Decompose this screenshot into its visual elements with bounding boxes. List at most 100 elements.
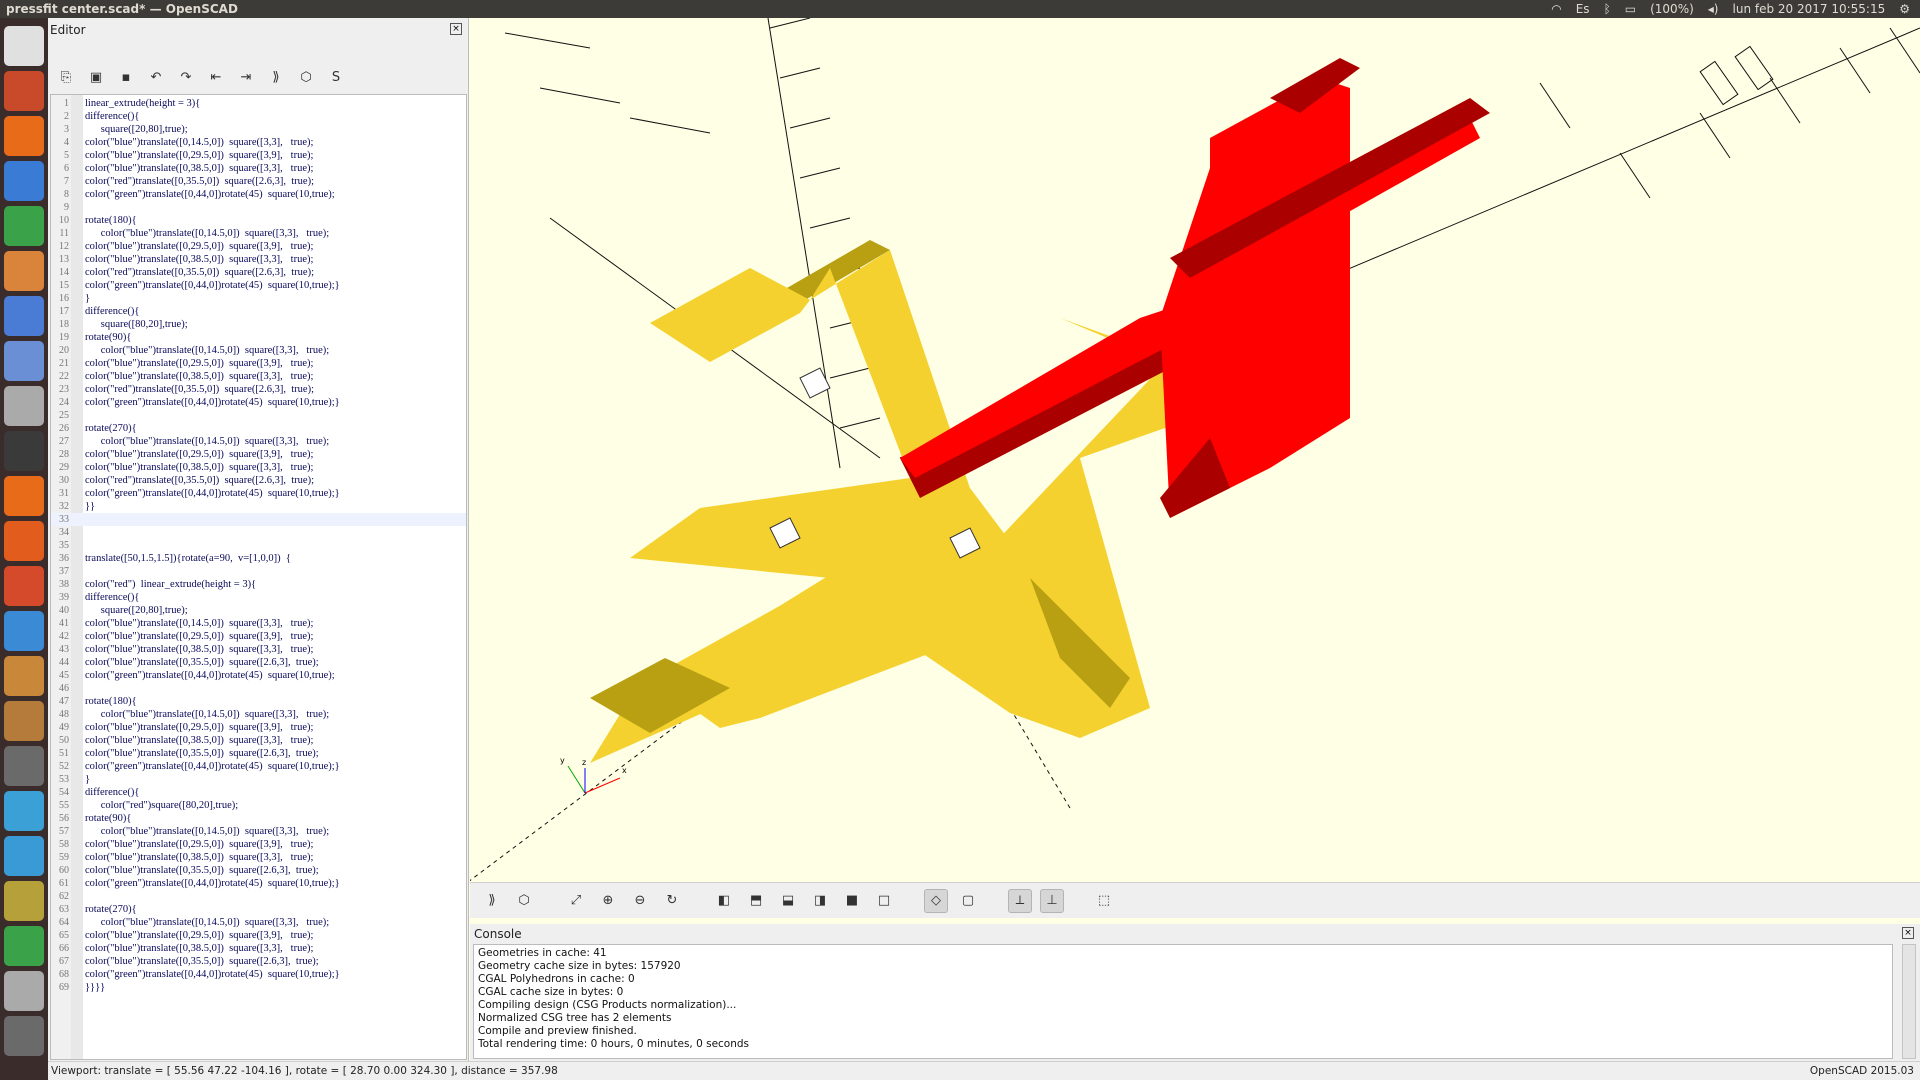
code-line[interactable]: 20 color("blue")translate([0,14.5,0]) sq… (51, 344, 466, 357)
code-text[interactable]: color("blue")translate([0,38.5,0]) squar… (85, 461, 313, 474)
code-line[interactable]: 26 rotate(270){ (51, 422, 466, 435)
code-line[interactable]: 49 color("blue")translate([0,29.5,0]) squ… (51, 721, 466, 734)
preview-icon[interactable]: ⟫ (264, 66, 288, 88)
launcher-app-icon[interactable] (4, 341, 44, 381)
code-line[interactable]: 43 color("blue")translate([0,38.5,0]) squ… (51, 643, 466, 656)
code-text[interactable]: color("red")translate([0,35.5,0]) square… (85, 175, 314, 188)
render-icon[interactable]: ⬡ (512, 889, 536, 913)
launcher-app-icon[interactable] (4, 881, 44, 921)
code-line[interactable]: 62 (51, 890, 466, 903)
code-line[interactable]: 61 color("green")translate([0,44,0])rotat… (51, 877, 466, 890)
code-text[interactable]: difference(){ (85, 786, 139, 799)
code-line[interactable]: 22 color("blue")translate([0,38.5,0]) squ… (51, 370, 466, 383)
code-line[interactable]: 46 (51, 682, 466, 695)
render-icon[interactable]: ⬡ (294, 66, 318, 88)
launcher-app-icon[interactable] (4, 386, 44, 426)
code-line[interactable]: 11 color("blue")translate([0,14.5,0]) sq… (51, 227, 466, 240)
launcher-app-icon[interactable] (4, 206, 44, 246)
code-line[interactable]: 30 color("red")translate([0,35.5,0]) squa… (51, 474, 466, 487)
view-top-icon[interactable]: ⬒ (744, 889, 768, 913)
code-line[interactable]: 1 linear_extrude(height = 3){ (51, 97, 466, 110)
code-text[interactable]: color("blue")translate([0,38.5,0]) squar… (85, 253, 313, 266)
launcher-app-icon[interactable] (4, 791, 44, 831)
code-line[interactable]: 10 rotate(180){ (51, 214, 466, 227)
code-line[interactable]: 42 color("blue")translate([0,29.5,0]) squ… (51, 630, 466, 643)
code-line[interactable]: 28 color("blue")translate([0,29.5,0]) squ… (51, 448, 466, 461)
console-output[interactable]: Geometries in cache: 41 Geometry cache si… (473, 944, 1893, 1059)
code-text[interactable]: color("blue")translate([0,35.5,0]) squar… (85, 864, 319, 877)
code-line[interactable]: 59 color("blue")translate([0,38.5,0]) squ… (51, 851, 466, 864)
code-text[interactable]: rotate(270){ (85, 422, 137, 435)
code-text[interactable]: } (85, 773, 90, 786)
code-text[interactable]: color("blue")translate([0,38.5,0]) squar… (85, 851, 313, 864)
launcher-app-icon[interactable] (4, 71, 44, 111)
code-text[interactable]: color("blue")translate([0,38.5,0]) squar… (85, 734, 313, 747)
code-line[interactable]: 35 (51, 539, 466, 552)
model-render[interactable]: x y z (470, 18, 1920, 882)
launcher-app-icon[interactable] (4, 116, 44, 156)
close-console-icon[interactable]: × (1902, 927, 1914, 939)
show-edges-icon[interactable]: ⬚ (1092, 889, 1116, 913)
code-line[interactable]: 40 square([20,80],true); (51, 604, 466, 617)
code-line[interactable]: 66 color("blue")translate([0,38.5,0]) squ… (51, 942, 466, 955)
code-text[interactable]: difference(){ (85, 305, 139, 318)
3d-viewport[interactable]: x y z (470, 18, 1920, 882)
close-editor-icon[interactable]: × (450, 23, 462, 35)
code-line[interactable]: 3 square([20,80],true); (51, 123, 466, 136)
launcher-app-icon[interactable] (4, 251, 44, 291)
view-back-icon[interactable]: □ (872, 889, 896, 913)
code-text[interactable]: square([80,20],true); (85, 318, 188, 331)
code-text[interactable]: color("blue")translate([0,38.5,0]) squar… (85, 162, 313, 175)
code-text[interactable]: color("blue")translate([0,29.5,0]) squar… (85, 838, 313, 851)
redo-icon[interactable]: ↷ (174, 66, 198, 88)
code-line[interactable]: 55 color("red")square([80,20],true); (51, 799, 466, 812)
code-line[interactable]: 14 color("red")translate([0,35.5,0]) squa… (51, 266, 466, 279)
preview-icon[interactable]: ⟫ (480, 889, 504, 913)
launcher-app-icon[interactable] (4, 161, 44, 201)
launcher-app-icon[interactable] (4, 611, 44, 651)
launcher-app-icon[interactable] (4, 656, 44, 696)
code-text[interactable]: color("blue")translate([0,14.5,0]) squar… (85, 825, 329, 838)
code-text[interactable]: color("red")translate([0,35.5,0]) square… (85, 474, 314, 487)
code-text[interactable]: color("blue")translate([0,14.5,0]) squar… (85, 227, 329, 240)
code-line[interactable]: 23 color("red")translate([0,35.5,0]) squa… (51, 383, 466, 396)
code-line[interactable]: 38 color("red") linear_extrude(height = 3… (51, 578, 466, 591)
launcher-app-icon[interactable] (4, 836, 44, 876)
red-part[interactable] (900, 58, 1490, 518)
code-text[interactable]: color("blue")translate([0,35.5,0]) squar… (85, 955, 319, 968)
code-line[interactable]: 7 color("red")translate([0,35.5,0]) squar… (51, 175, 466, 188)
code-text[interactable]: rotate(180){ (85, 695, 137, 708)
code-text[interactable]: color("blue")translate([0,29.5,0]) squar… (85, 448, 313, 461)
code-line[interactable]: 53} (51, 773, 466, 786)
settings-icon[interactable]: ⚙ (1899, 0, 1910, 18)
zoom-out-icon[interactable]: ⊖ (628, 889, 652, 913)
code-text[interactable]: color("blue")translate([0,38.5,0]) squar… (85, 942, 313, 955)
zoom-in-icon[interactable]: ⊕ (596, 889, 620, 913)
open-icon[interactable]: ▣ (84, 66, 108, 88)
clock[interactable]: lun feb 20 2017 10:55:15 (1733, 0, 1886, 18)
bluetooth-icon[interactable]: ᛒ (1604, 0, 1611, 18)
code-text[interactable]: linear_extrude(height = 3){ (85, 97, 200, 110)
code-text[interactable]: color("blue")translate([0,38.5,0]) squar… (85, 370, 313, 383)
code-line[interactable]: 6 color("blue")translate([0,38.5,0]) squa… (51, 162, 466, 175)
code-text[interactable]: square([20,80],true); (85, 123, 188, 136)
code-line[interactable]: 17 difference(){ (51, 305, 466, 318)
code-text[interactable]: color("blue")translate([0,14.5,0]) squar… (85, 435, 329, 448)
new-icon[interactable]: ⎘ (54, 66, 78, 88)
launcher-app-icon[interactable] (4, 296, 44, 336)
code-line[interactable]: 5 color("blue")translate([0,29.5,0]) squa… (51, 149, 466, 162)
code-line[interactable]: 15 color("green")translate([0,44,0])rotat… (51, 279, 466, 292)
launcher-app-icon[interactable] (4, 26, 44, 66)
code-text[interactable]: color("blue")translate([0,29.5,0]) squar… (85, 240, 313, 253)
code-text[interactable]: color("green")translate([0,44,0])rotate(… (85, 877, 340, 890)
code-text[interactable]: color("green")translate([0,44,0])rotate(… (85, 279, 340, 292)
code-text[interactable]: difference(){ (85, 110, 139, 123)
code-line[interactable]: 21 color("blue")translate([0,29.5,0]) squ… (51, 357, 466, 370)
show-scale-icon[interactable]: ⊥ (1040, 888, 1064, 913)
code-text[interactable]: color("blue")translate([0,38.5,0]) squar… (85, 643, 313, 656)
launcher-app-icon[interactable] (4, 521, 44, 561)
code-line[interactable]: 8 color("green")translate([0,44,0])rotate… (51, 188, 466, 201)
code-line[interactable]: 68 color("green")translate([0,44,0])rotat… (51, 968, 466, 981)
save-icon[interactable]: ▪ (114, 66, 138, 88)
code-line[interactable]: 64 color("blue")translate([0,14.5,0]) sq… (51, 916, 466, 929)
